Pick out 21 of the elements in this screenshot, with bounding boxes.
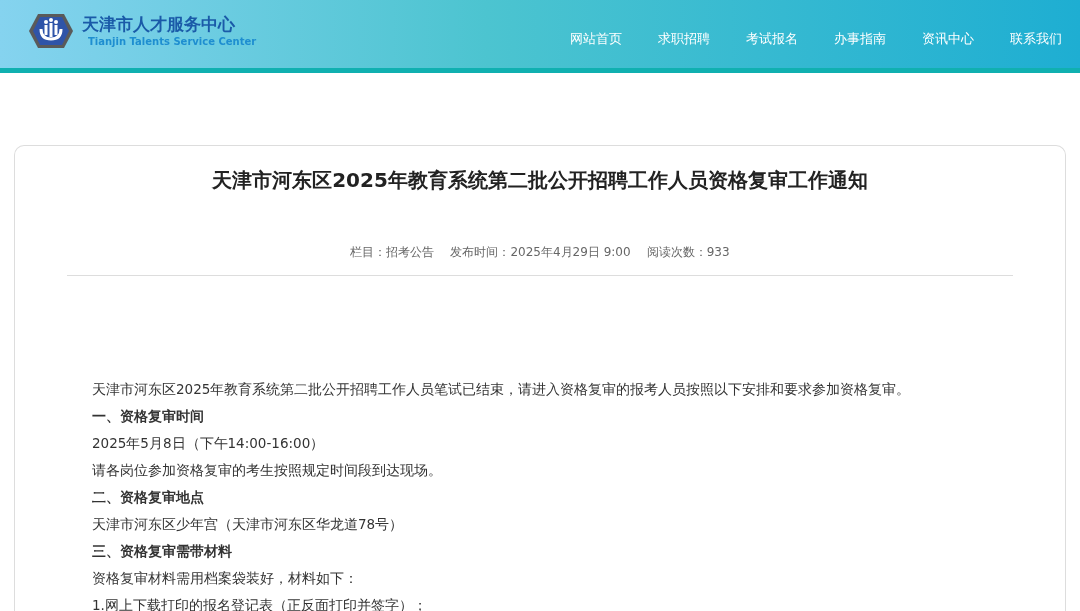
paragraph: 天津市河东区少年宫（天津市河东区华龙道78号） — [92, 515, 405, 534]
nav-link[interactable]: 联系我们 — [992, 30, 1080, 48]
site-subtitle: Tianjin Talents Service Center — [87, 35, 257, 49]
paragraph: 天津市河东区2025年教育系统第二批公开招聘工作人员笔试已结束，请进入资格复审的报考人员按照以下安排和要求参加资格复审。 — [92, 380, 912, 399]
nav-link[interactable]: 网站首页 — [552, 30, 640, 48]
paragraph: 2025年5月8日（下午14:00-16:00） — [92, 434, 326, 453]
meta-info: 发布时间：2025年4月29日 9:00 — [450, 244, 631, 261]
meta-info: 阅读次数：933 — [646, 244, 730, 261]
nav-link[interactable]: 求职招聘 — [640, 30, 728, 48]
nav-link[interactable]: 考试报名 — [728, 30, 816, 48]
nav-link[interactable]: 办事指南 — [816, 30, 904, 48]
meta-info: 栏目：招考公告 — [350, 244, 435, 261]
nav-link[interactable]: 资讯中心 — [904, 30, 992, 48]
logo-icon — [28, 13, 74, 49]
section-heading: 二、资格复审地点 — [92, 488, 205, 507]
paragraph: 资格复审材料需用档案袋装好，材料如下： — [92, 569, 359, 588]
section-heading: 一、资格复审时间 — [92, 407, 205, 426]
article-title: 天津市河东区2025年教育系统第二批公开招聘工作人员资格复审工作通知 — [211, 167, 869, 194]
paragraph: 请各岗位参加资格复审的考生按照规定时间段到达现场。 — [92, 461, 443, 480]
section-heading: 三、资格复审需带材料 — [92, 542, 233, 561]
site-title: 天津市人才服务中心 — [82, 13, 236, 35]
